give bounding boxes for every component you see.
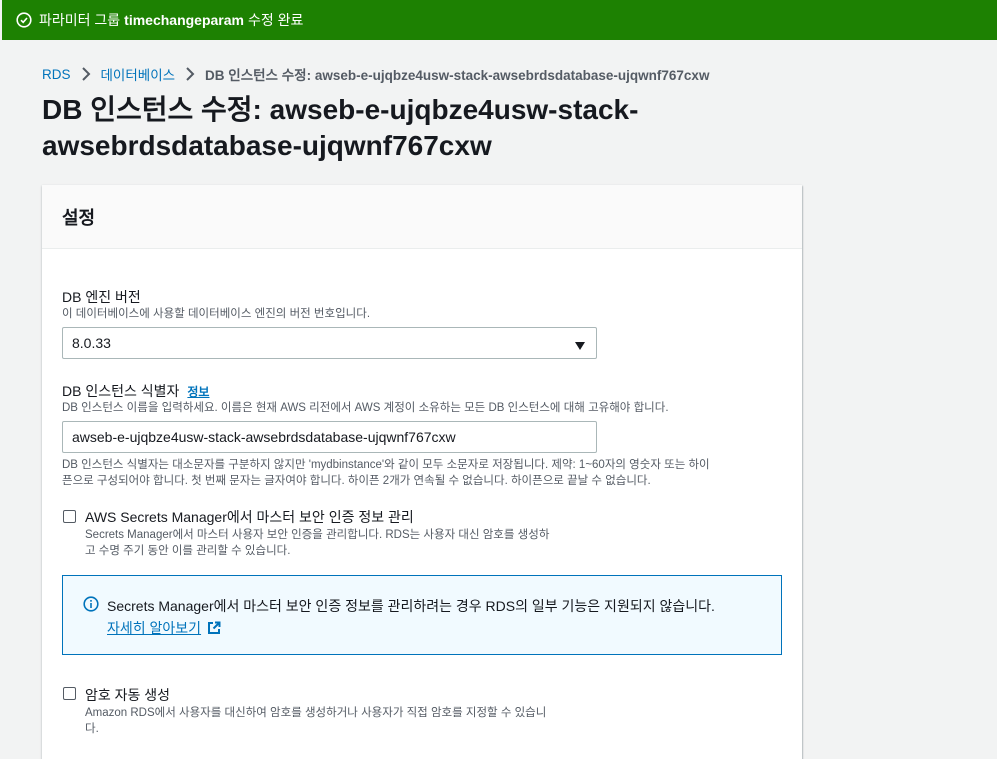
panel-title: 설정 bbox=[42, 185, 802, 249]
alert-message: Secrets Manager에서 마스터 보안 인증 정보를 관리하려는 경우… bbox=[107, 598, 715, 614]
engine-version-select[interactable]: 8.0.33 bbox=[62, 327, 597, 359]
auto-password-checkbox[interactable] bbox=[63, 687, 76, 700]
learn-more-label: 자세히 알아보기 bbox=[107, 620, 202, 636]
secrets-manager-desc-line2: 고 수명 주기 동안 이를 관리할 수 있습니다. bbox=[85, 545, 291, 557]
identifier-constraint-line1: DB 인스턴스 식별자는 대소문자를 구분하지 않지만 'mydbinstanc… bbox=[62, 459, 710, 471]
identifier-constraint-line2: 픈으로 구성되어야 합니다. 첫 번째 문자는 글자여야 합니다. 하이픈 2개… bbox=[62, 475, 651, 487]
breadcrumb-databases-link[interactable]: 데이터베이스 bbox=[101, 64, 176, 84]
secrets-manager-desc-line1: Secrets Manager에서 마스터 사용자 보안 인증을 관리합니다. … bbox=[85, 529, 550, 541]
auto-password-label: 암호 자동 생성 bbox=[85, 687, 171, 703]
check-circle-icon bbox=[16, 12, 32, 28]
identifier-input-value: awseb-e-ujqbze4usw-stack-awsebrdsdatabas… bbox=[72, 429, 456, 445]
info-alert: Secrets Manager에서 마스터 보안 인증 정보를 관리하려는 경우… bbox=[62, 575, 782, 655]
breadcrumb-rds-link[interactable]: RDS bbox=[42, 67, 71, 82]
identifier-label: DB 인스턴스 식별자 bbox=[62, 383, 180, 399]
engine-version-value: 8.0.33 bbox=[72, 335, 111, 351]
engine-version-label: DB 엔진 버전 bbox=[62, 289, 141, 305]
secrets-manager-label: AWS Secrets Manager에서 마스터 보안 인증 정보 관리 bbox=[85, 509, 414, 525]
breadcrumb: RDS 데이터베이스 DB 인스턴스 수정: awseb-e-ujqbze4us… bbox=[42, 64, 709, 84]
secrets-manager-checkbox[interactable] bbox=[63, 510, 76, 523]
info-icon bbox=[83, 596, 99, 617]
flash-param-name: timechangeparam bbox=[124, 12, 244, 28]
success-flashbar: 파라미터 그룹 timechangeparam 수정 완료 bbox=[2, 0, 997, 40]
breadcrumb-current: DB 인스턴스 수정: awseb-e-ujqbze4usw-stack-aws… bbox=[205, 68, 710, 83]
flash-suffix: 수정 완료 bbox=[248, 12, 304, 28]
panel-title-text: 설정 bbox=[62, 207, 96, 228]
engine-version-description: 이 데이터베이스에 사용할 데이터베이스 엔진의 버전 번호입니다. bbox=[62, 308, 371, 320]
auto-password-desc-line2: 다. bbox=[85, 723, 99, 735]
chevron-right-icon bbox=[81, 67, 91, 81]
auto-password-desc-line1: Amazon RDS에서 사용자를 대신하여 암호를 생성하거나 사용자가 직접… bbox=[85, 707, 547, 719]
identifier-info-link[interactable]: 정보 bbox=[187, 385, 209, 399]
external-link-icon bbox=[207, 621, 221, 635]
identifier-description: DB 인스턴스 이름을 입력하세요. 이름은 현재 AWS 리전에서 AWS 계… bbox=[62, 402, 669, 414]
identifier-input[interactable]: awseb-e-ujqbze4usw-stack-awsebrdsdatabas… bbox=[62, 421, 597, 453]
learn-more-link[interactable]: 자세히 알아보기 bbox=[107, 618, 221, 638]
caret-down-icon bbox=[574, 338, 586, 354]
page-title: DB 인스턴스 수정: awseb-e-ujqbze4usw-stack-aws… bbox=[42, 94, 639, 161]
settings-panel: 설정 DB 엔진 버전 이 데이터베이스에 사용할 데이터베이스 엔진의 버전 … bbox=[42, 185, 802, 759]
identifier-label-row: DB 인스턴스 식별자 정보 bbox=[62, 381, 209, 401]
chevron-right-icon bbox=[185, 67, 195, 81]
flash-prefix: 파라미터 그룹 bbox=[39, 12, 121, 28]
